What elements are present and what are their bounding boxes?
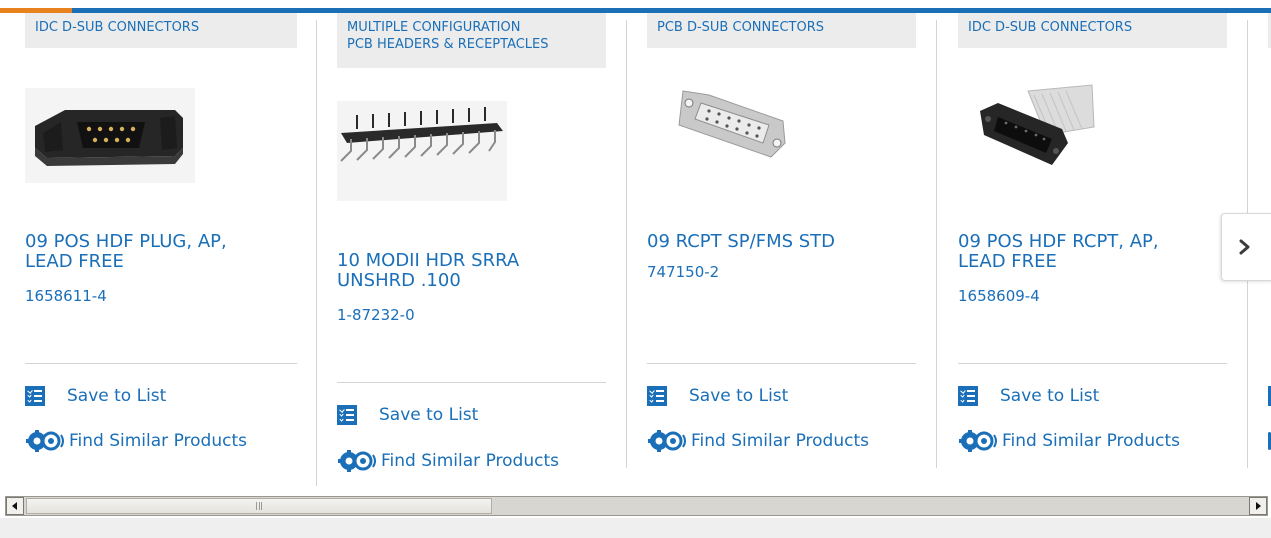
card-separator	[936, 20, 937, 468]
find-similar-label: Find Similar Products	[69, 431, 247, 451]
product-image[interactable]	[665, 81, 795, 171]
grip-icon	[256, 502, 262, 510]
save-to-list-label: Save to List	[67, 386, 167, 406]
carousel-next-button[interactable]	[1221, 213, 1271, 281]
find-similar-label: Find Similar Products	[691, 431, 869, 451]
product-image[interactable]	[25, 88, 195, 183]
find-similar-products-button[interactable]: Find Similar Products	[647, 430, 869, 452]
card-separator	[626, 20, 627, 468]
list-check-icon	[647, 386, 667, 406]
list-check-icon	[25, 386, 45, 406]
chevron-right-icon	[1239, 239, 1250, 255]
list-check-icon	[958, 386, 978, 406]
product-title-link[interactable]: 09 POS HDF RCPT, AP, LEAD FREE	[958, 232, 1218, 272]
product-image[interactable]	[337, 101, 507, 201]
gears-icon	[959, 430, 997, 452]
list-check-icon	[337, 405, 357, 425]
category-badge[interactable]: PCB D-SUB CONNECTORS	[647, 13, 916, 48]
divider	[337, 382, 606, 383]
product-card-1: IDC D-SUB CONNECTORS 09 POS HDF PLUG, AP…	[25, 13, 297, 483]
page-background-strip	[0, 518, 1271, 538]
part-number-link[interactable]: 1-87232-0	[337, 306, 415, 324]
save-to-list-button[interactable]: Save to List	[25, 386, 166, 406]
divider	[958, 363, 1227, 364]
find-similar-label: Find Similar Products	[381, 451, 559, 471]
save-to-list-button[interactable]: Save to List	[337, 405, 478, 425]
scroll-left-arrow-icon	[12, 502, 17, 510]
gears-icon	[648, 430, 686, 452]
find-similar-label: Find Similar Products	[1002, 431, 1180, 451]
part-number-link[interactable]: 747150-2	[647, 263, 719, 281]
product-title-link[interactable]: 10 MODII HDR SRRA UNSHRD .100	[337, 251, 597, 291]
find-similar-products-button[interactable]: Find Similar Products	[337, 450, 559, 472]
product-image[interactable]	[976, 83, 1096, 171]
scroll-right-arrow-icon	[1256, 502, 1261, 510]
horizontal-scrollbar[interactable]	[5, 496, 1268, 516]
find-similar-products-button[interactable]: Find Similar Products	[958, 430, 1180, 452]
save-to-list-label: Save to List	[379, 405, 479, 425]
save-to-list-button[interactable]: Save to List	[647, 386, 788, 406]
scrollbar-thumb[interactable]	[26, 498, 492, 514]
category-badge[interactable]: MULTIPLE CONFIGURATION PCB HEADERS & RECE…	[337, 13, 606, 68]
category-badge[interactable]: IDC D-SUB CONNECTORS	[958, 13, 1227, 48]
top-accent-bar	[0, 0, 1271, 14]
category-badge[interactable]: IDC D-SUB CONNECTORS	[25, 13, 297, 48]
find-similar-products-button[interactable]: Find Similar Products	[25, 430, 247, 452]
product-card-4: IDC D-SUB CONNECTORS 09 POS HDF RCPT, AP…	[958, 13, 1227, 483]
part-number-link[interactable]: 1658611-4	[25, 287, 107, 305]
product-card-3: PCB D-SUB CONNECTORS 09 RCPT SP/FMS STD …	[647, 13, 916, 483]
gears-icon	[26, 430, 64, 452]
save-to-list-label: Save to List	[689, 386, 789, 406]
card-separator	[316, 20, 317, 486]
divider	[25, 363, 297, 364]
scroll-right-button[interactable]	[1249, 497, 1267, 515]
product-card-2: MULTIPLE CONFIGURATION PCB HEADERS & RECE…	[337, 13, 606, 483]
save-to-list-label: Save to List	[1000, 386, 1100, 406]
part-number-link[interactable]: 1658609-4	[958, 287, 1040, 305]
save-to-list-button[interactable]: Save to List	[958, 386, 1099, 406]
scroll-left-button[interactable]	[6, 497, 24, 515]
product-title-link[interactable]: 09 POS HDF PLUG, AP, LEAD FREE	[25, 232, 285, 272]
gears-icon	[338, 450, 376, 472]
divider	[647, 363, 916, 364]
product-title-link[interactable]: 09 RCPT SP/FMS STD	[647, 232, 907, 252]
